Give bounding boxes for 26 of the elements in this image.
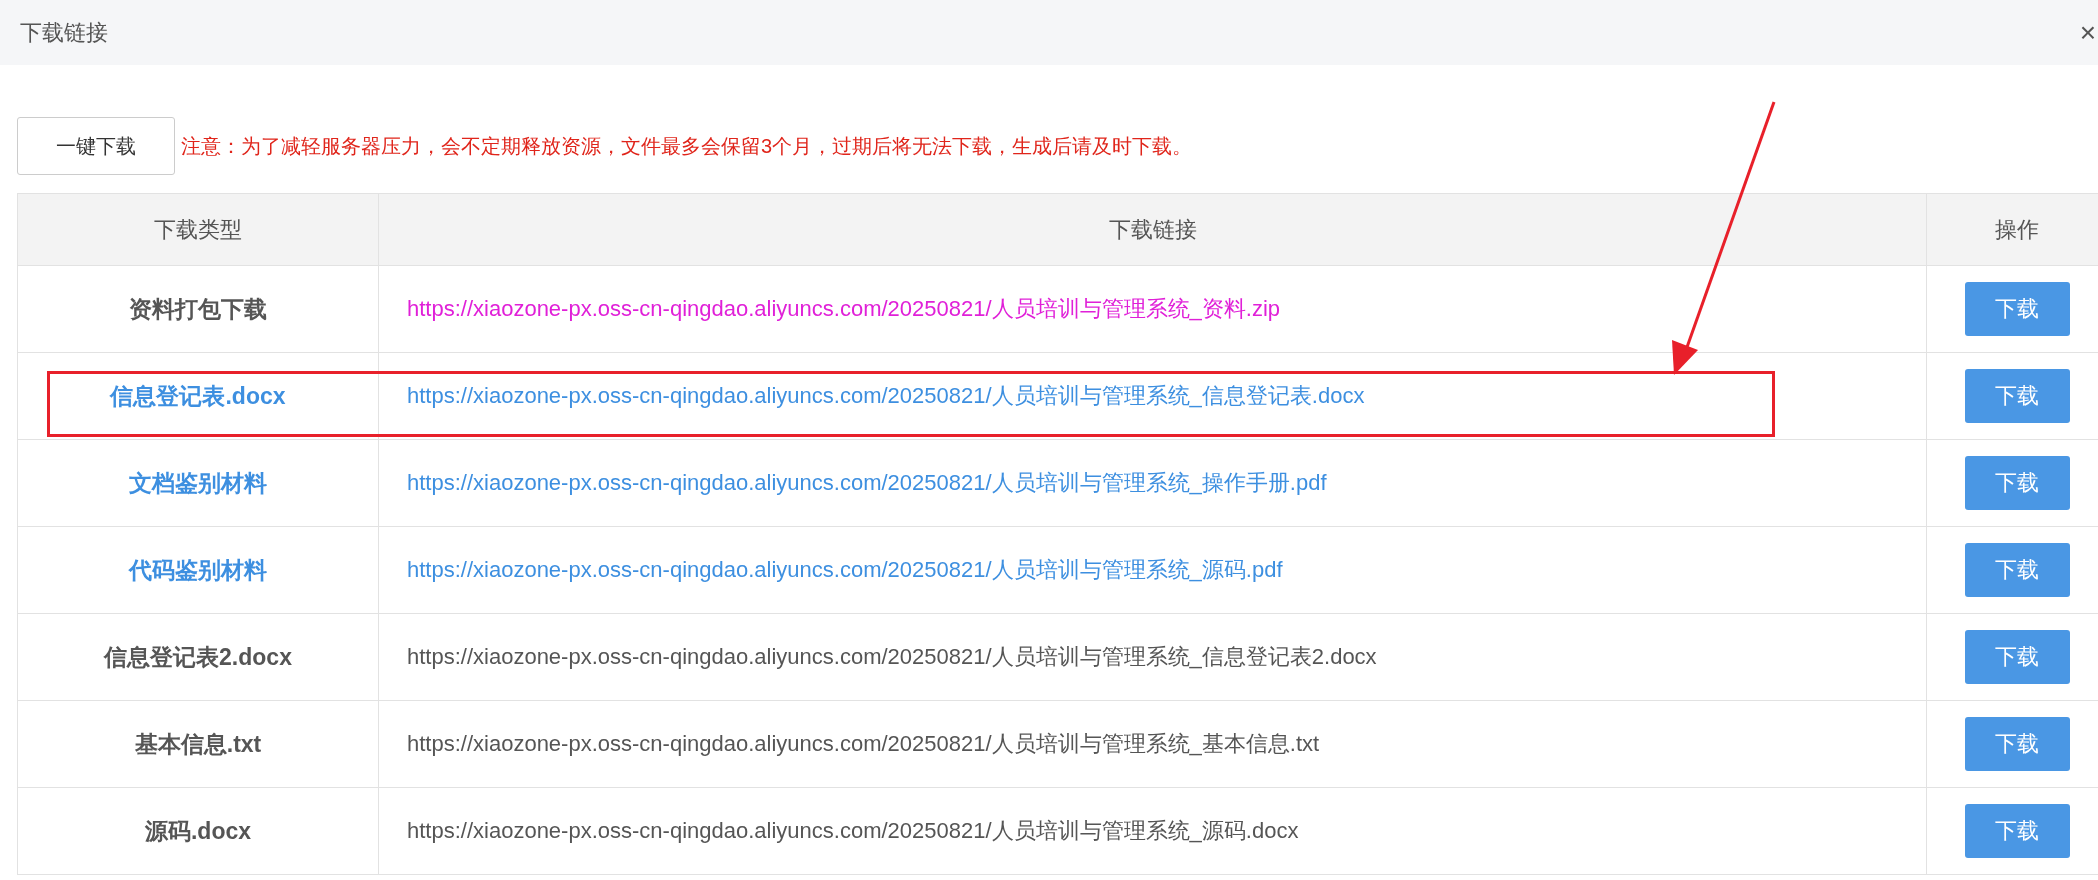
file-type-cell: 资料打包下载 bbox=[17, 265, 379, 353]
column-header: 操作 bbox=[1926, 193, 2098, 266]
download-link[interactable]: https://xiaozone-px.oss-cn-qingdao.aliyuncs.com/20250821/人员培训与管理系统_信息登记表2.docx bbox=[378, 613, 1927, 701]
file-type-cell: 文档鉴别材料 bbox=[17, 439, 379, 527]
file-type-cell: 信息登记表2.docx bbox=[17, 613, 379, 701]
download-link[interactable]: https://xiaozone-px.oss-cn-qingdao.aliyuncs.com/20250821/人员培训与管理系统_基本信息.txt bbox=[378, 700, 1927, 788]
file-type-cell: 基本信息.txt bbox=[17, 700, 379, 788]
download-button[interactable]: 下载 bbox=[1964, 630, 2070, 684]
download-link[interactable]: https://xiaozone-px.oss-cn-qingdao.aliyuncs.com/20250821/人员培训与管理系统_源码.pdf bbox=[378, 526, 1927, 614]
close-icon[interactable]: × bbox=[2079, 18, 2098, 47]
download-button[interactable]: 下载 bbox=[1964, 369, 2070, 423]
download-button[interactable]: 下载 bbox=[1964, 717, 2070, 771]
download-link[interactable]: https://xiaozone-px.oss-cn-qingdao.aliyuncs.com/20250821/人员培训与管理系统_操作手册.pdf bbox=[378, 439, 1927, 527]
download-button[interactable]: 下载 bbox=[1964, 543, 2070, 597]
file-type-cell: 源码.docx bbox=[17, 787, 379, 875]
notice-text: 注意：为了减轻服务器压力，会不定期释放资源，文件最多会保留3个月，过期后将无法下载，生成后请及时下载。 bbox=[181, 133, 1193, 159]
download-button[interactable]: 下载 bbox=[1964, 804, 2070, 858]
download-all-button[interactable]: 一键下载 bbox=[17, 117, 175, 175]
file-type-cell: 信息登记表.docx bbox=[17, 352, 379, 440]
file-type-cell: 代码鉴别材料 bbox=[17, 526, 379, 614]
dialog-title: 下载链接 bbox=[20, 18, 108, 47]
column-header: 下载类型 bbox=[17, 193, 379, 266]
download-button[interactable]: 下载 bbox=[1964, 282, 2070, 336]
download-button[interactable]: 下载 bbox=[1964, 456, 2070, 510]
column-header: 下载链接 bbox=[378, 193, 1927, 266]
download-link[interactable]: https://xiaozone-px.oss-cn-qingdao.aliyuncs.com/20250821/人员培训与管理系统_源码.docx bbox=[378, 787, 1927, 875]
